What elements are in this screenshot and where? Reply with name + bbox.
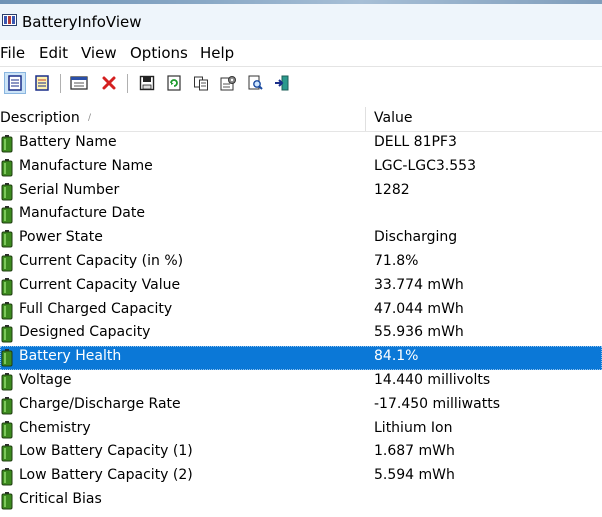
menu-view[interactable]: View: [81, 44, 117, 62]
menu-options[interactable]: Options: [130, 44, 188, 62]
row-description: Designed Capacity: [19, 324, 151, 341]
menu-bar: File Edit View Options Help: [0, 40, 602, 66]
battery-icon: [1, 373, 13, 391]
row-description: Critical Bias: [19, 491, 102, 507]
battery-icon: [1, 158, 13, 177]
row-description: Voltage: [19, 372, 72, 388]
row-description: Low Battery Capacity (1): [19, 443, 193, 460]
row-value: Lithium Ion: [374, 419, 453, 436]
battery-icon: [1, 325, 13, 343]
row-value: LGC-LGC3.553: [374, 157, 476, 174]
table-row[interactable]: Battery Health 84.1%: [0, 346, 602, 371]
table-row[interactable]: Current Capacity Value 33.774 mWh: [0, 275, 602, 299]
menu-file[interactable]: File: [0, 44, 25, 62]
row-description: Battery Name: [19, 134, 117, 150]
row-description: Charge/Discharge Rate: [19, 395, 181, 412]
table-row[interactable]: Current Capacity (in %) 71.8%: [0, 251, 602, 275]
column-value[interactable]: Value: [374, 110, 412, 126]
table-row[interactable]: Power State Discharging: [0, 227, 602, 251]
battery-icon: [1, 206, 13, 224]
battery-icon: [1, 492, 13, 510]
table-row[interactable]: Designed Capacity 55.936 mWh: [0, 322, 602, 346]
row-value: 55.936 mWh: [374, 324, 464, 341]
options-window-icon[interactable]: [68, 72, 90, 94]
table-row[interactable]: Manufacture Date: [0, 203, 602, 227]
row-value: 71.8%: [374, 253, 419, 269]
table-row[interactable]: Critical Bias: [0, 489, 602, 513]
row-value: 1282: [374, 181, 410, 198]
table-row[interactable]: Serial Number 1282: [0, 180, 602, 204]
battery-icon: [1, 135, 13, 153]
battery-icon: [1, 301, 13, 320]
table-row[interactable]: Low Battery Capacity (1) 1.687 mWh: [0, 441, 602, 465]
row-value: -17.450 milliwatts: [374, 395, 500, 412]
row-value: 5.594 mWh: [374, 467, 455, 484]
battery-icon: [1, 396, 13, 415]
row-description: Power State: [19, 229, 103, 246]
row-description: Serial Number: [19, 181, 120, 198]
battery-icon: [1, 254, 13, 272]
battery-icon: [1, 420, 13, 439]
column-description[interactable]: Description: [0, 110, 80, 126]
exit-icon[interactable]: [271, 72, 293, 94]
toolbar-separator: [127, 74, 128, 93]
window-title: BatteryInfoView: [22, 13, 142, 31]
row-description: Current Capacity Value: [19, 276, 181, 293]
row-description: Manufacture Name: [19, 157, 153, 174]
table-row[interactable]: Manufacture Name LGC-LGC3.553: [0, 156, 602, 180]
row-description: Low Battery Capacity (2): [19, 467, 193, 484]
battery-icon: [1, 182, 13, 201]
battery-app-icon: [2, 14, 17, 26]
table-row[interactable]: Full Charged Capacity 47.044 mWh: [0, 299, 602, 323]
menu-help[interactable]: Help: [200, 44, 234, 62]
row-description: Current Capacity (in %): [19, 253, 184, 269]
refresh-icon[interactable]: [163, 72, 185, 94]
row-value: 33.774 mWh: [374, 276, 464, 293]
save-icon[interactable]: [136, 72, 158, 94]
table-row[interactable]: Low Battery Capacity (2) 5.594 mWh: [0, 465, 602, 489]
table-row[interactable]: Voltage 14.440 millivolts: [0, 370, 602, 394]
focus-rectangle: [0, 346, 602, 371]
html-report-icon[interactable]: [4, 72, 26, 94]
battery-icon: [1, 230, 13, 248]
copy-icon[interactable]: [190, 72, 212, 94]
menu-edit[interactable]: Edit: [39, 44, 68, 62]
toolbar-separator: [60, 74, 61, 93]
row-value: 14.440 millivolts: [374, 372, 491, 388]
row-description: Manufacture Date: [19, 205, 145, 222]
row-description: Chemistry: [19, 419, 91, 436]
sort-ascending-icon: ∕: [88, 113, 92, 123]
row-description: Full Charged Capacity: [19, 300, 173, 317]
row-value: 1.687 mWh: [374, 443, 455, 460]
properties-list-icon[interactable]: [31, 72, 53, 94]
toolbar: [0, 66, 602, 99]
delete-icon[interactable]: [98, 72, 120, 94]
battery-icon: [1, 277, 13, 296]
table-row[interactable]: Battery Name DELL 81PF3: [0, 132, 602, 156]
properties-icon[interactable]: [217, 72, 239, 94]
battery-icon: [1, 444, 13, 462]
find-icon[interactable]: [244, 72, 266, 94]
table-row[interactable]: Charge/Discharge Rate -17.450 milliwatts: [0, 394, 602, 418]
title-bar[interactable]: BatteryInfoView: [0, 4, 602, 40]
battery-icon: [1, 468, 13, 486]
row-value: DELL 81PF3: [374, 134, 457, 150]
list-header: Description ∕ Value: [0, 107, 602, 132]
row-value: 47.044 mWh: [374, 300, 464, 317]
column-divider[interactable]: [365, 107, 366, 131]
row-value: Discharging: [374, 229, 458, 246]
table-row[interactable]: Chemistry Lithium Ion: [0, 418, 602, 442]
